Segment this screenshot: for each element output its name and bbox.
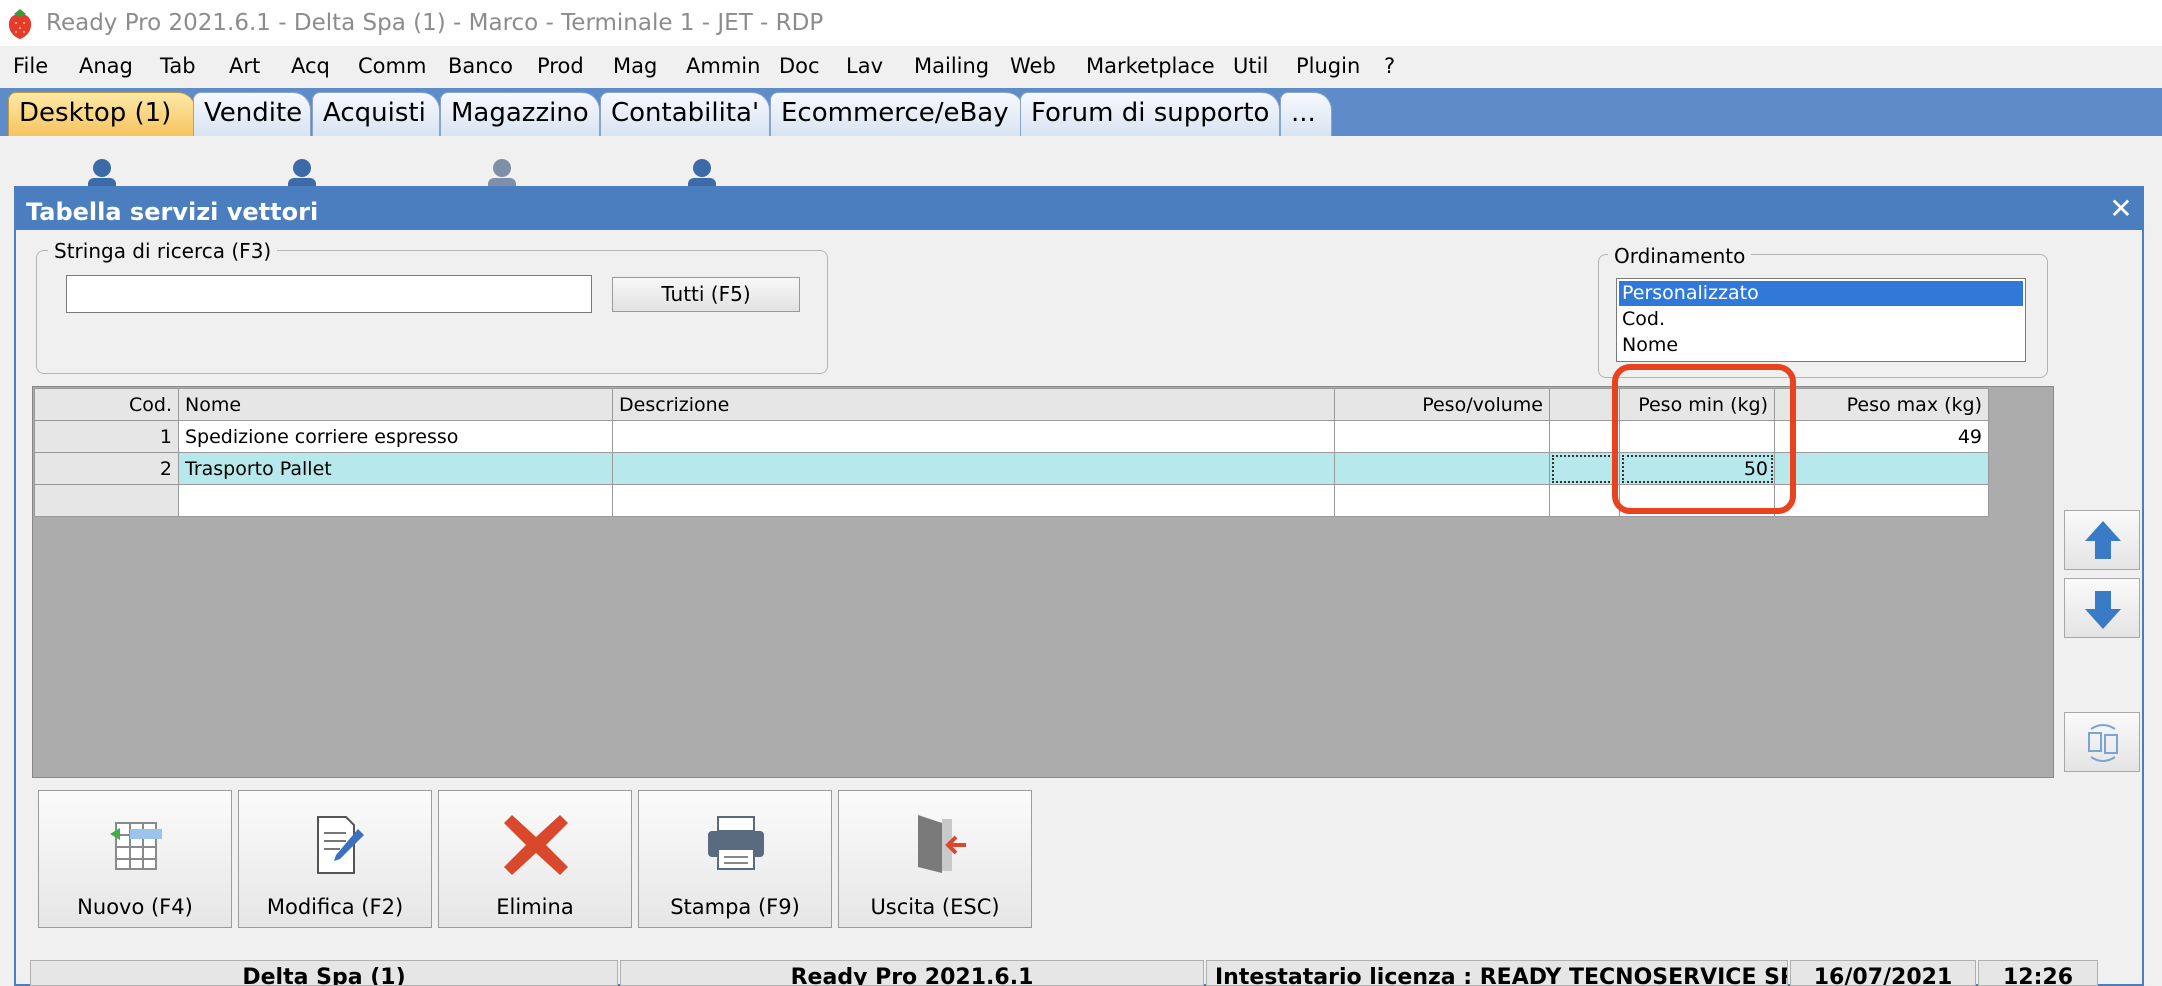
dialog-title-bar [16, 188, 2142, 230]
cell-peso-max[interactable] [1774, 484, 1989, 517]
tab-contabilita[interactable]: Contabilita' [600, 92, 770, 136]
arrow-down-icon [2085, 591, 2121, 629]
menu-banco[interactable]: Banco [448, 54, 513, 78]
tab-acquisti[interactable]: Acquisti [312, 92, 440, 136]
column-header-blank[interactable] [1549, 388, 1620, 421]
column-header-cod[interactable]: Cod. [34, 388, 179, 421]
cell-cod[interactable] [34, 484, 179, 517]
delete-x-icon [504, 815, 568, 875]
menu-util[interactable]: Util [1233, 54, 1268, 78]
menu-bar: File Anag Tab Art Acq Comm Banco Prod Ma… [0, 46, 2162, 88]
edit-button[interactable]: Modifica (F2) [238, 790, 432, 928]
print-button[interactable]: Stampa (F9) [638, 790, 832, 928]
cell-descrizione[interactable] [612, 420, 1335, 453]
menu-mag[interactable]: Mag [613, 54, 657, 78]
ordering-listbox[interactable]: Personalizzato Cod. Nome [1616, 278, 2026, 362]
menu-marketplace[interactable]: Marketplace [1086, 54, 1215, 78]
column-header-descrizione[interactable]: Descrizione [612, 388, 1335, 421]
cell-cod[interactable]: 2 [34, 452, 179, 485]
swap-button[interactable] [2064, 712, 2140, 772]
print-button-label: Stampa (F9) [670, 895, 800, 919]
ordering-legend: Ordinamento [1608, 244, 1752, 268]
cell-peso-volume[interactable] [1334, 452, 1550, 485]
menu-mailing[interactable]: Mailing [914, 54, 989, 78]
new-button[interactable]: Nuovo (F4) [38, 790, 232, 928]
cell-peso-volume[interactable] [1334, 420, 1550, 453]
status-date: 16/07/2021 [1790, 960, 1976, 986]
column-header-peso-volume[interactable]: Peso/volume [1334, 388, 1550, 421]
new-button-label: Nuovo (F4) [77, 895, 193, 919]
arrow-up-icon [2085, 521, 2121, 559]
tab-more[interactable]: ... [1280, 92, 1332, 136]
menu-prod[interactable]: Prod [537, 54, 584, 78]
menu-acq[interactable]: Acq [291, 54, 330, 78]
tab-ecommerce[interactable]: Ecommerce/eBay [770, 92, 1024, 136]
highlight-annotation [1612, 364, 1796, 514]
status-company: Delta Spa (1) [30, 960, 618, 986]
menu-art[interactable]: Art [229, 54, 260, 78]
menu-help[interactable]: ? [1384, 54, 1395, 78]
menu-comm[interactable]: Comm [358, 54, 426, 78]
cell-peso-volume[interactable] [1334, 484, 1550, 517]
menu-plugin[interactable]: Plugin [1296, 54, 1360, 78]
column-header-peso-max[interactable]: Peso max (kg) [1774, 388, 1989, 421]
move-up-button[interactable] [2064, 510, 2140, 570]
tab-magazzino[interactable]: Magazzino [440, 92, 600, 136]
cell-descrizione[interactable] [612, 484, 1335, 517]
ordering-option-nome[interactable]: Nome [1619, 333, 2023, 358]
exit-button-label: Uscita (ESC) [870, 895, 1000, 919]
strawberry-icon [8, 9, 32, 39]
cell-extra[interactable] [1549, 420, 1620, 453]
ordering-option-personalizzato[interactable]: Personalizzato [1619, 281, 2023, 306]
tab-vendite[interactable]: Vendite [193, 92, 311, 136]
exit-button[interactable]: Uscita (ESC) [838, 790, 1032, 928]
move-down-button[interactable] [2064, 578, 2140, 638]
menu-lav[interactable]: Lav [846, 54, 883, 78]
menu-anag[interactable]: Anag [79, 54, 133, 78]
delete-button[interactable]: Elimina [438, 790, 632, 928]
cell-nome[interactable] [178, 484, 613, 517]
cell-extra[interactable] [1549, 484, 1620, 517]
new-row-icon [110, 822, 162, 870]
tab-desktop[interactable]: Desktop (1) [8, 92, 196, 136]
cell-cod[interactable]: 1 [34, 420, 179, 453]
menu-doc[interactable]: Doc [779, 54, 820, 78]
cell-peso-max[interactable] [1774, 452, 1989, 485]
status-version: Ready Pro 2021.6.1 [620, 960, 1204, 986]
cell-nome[interactable]: Spedizione corriere espresso [178, 420, 613, 453]
search-input[interactable] [66, 275, 592, 313]
show-all-button[interactable]: Tutti (F5) [612, 277, 800, 312]
window-title: Ready Pro 2021.6.1 - Delta Spa (1) - Mar… [46, 10, 824, 36]
close-icon[interactable]: ✕ [2104, 194, 2138, 224]
dialog-title: Tabella servizi vettori [26, 198, 319, 226]
column-header-nome[interactable]: Nome [178, 388, 613, 421]
ordering-option-cod[interactable]: Cod. [1619, 307, 2023, 332]
edit-button-label: Modifica (F2) [266, 895, 404, 919]
tab-strip: Desktop (1) Vendite Acquisti Magazzino C… [0, 88, 2162, 136]
menu-file[interactable]: File [13, 54, 48, 78]
cell-peso-max[interactable]: 49 [1774, 420, 1989, 453]
cell-descrizione[interactable] [612, 452, 1335, 485]
status-license: Intestatario licenza : READY TECNOSERVIC… [1206, 960, 1788, 986]
menu-tab[interactable]: Tab [160, 54, 196, 78]
menu-ammin[interactable]: Ammin [686, 54, 760, 78]
status-time: 12:26 [1978, 960, 2098, 986]
delete-button-label: Elimina [496, 895, 574, 919]
cell-extra[interactable] [1549, 452, 1620, 485]
tab-forum[interactable]: Forum di supporto [1020, 92, 1280, 136]
menu-web[interactable]: Web [1010, 54, 1056, 78]
search-legend: Stringa di ricerca (F3) [48, 239, 278, 263]
edit-icon [317, 816, 364, 874]
exit-door-icon [918, 815, 966, 873]
printer-icon [708, 816, 764, 870]
swap-icon [2088, 724, 2118, 762]
cell-nome[interactable]: Trasporto Pallet [178, 452, 613, 485]
